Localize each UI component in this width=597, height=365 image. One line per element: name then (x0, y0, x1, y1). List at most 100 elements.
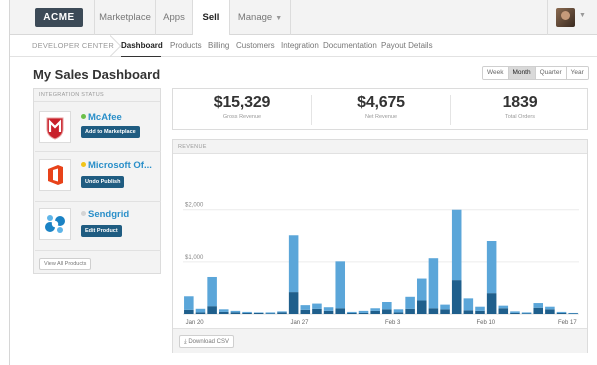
bar-segment-dark (545, 309, 555, 314)
integration-name[interactable]: McAfee (81, 112, 122, 123)
bar-segment-dark (265, 313, 276, 314)
bar-segment-light (451, 209, 462, 281)
chevron-down-icon[interactable]: ▼ (579, 12, 586, 19)
bar-segment-dark (300, 309, 311, 314)
sendgrid-logo-card (39, 208, 71, 240)
revenue-footer: ⤓ Download CSV (173, 328, 587, 353)
bar-segment-dark (533, 307, 544, 314)
bar-segment-dark (358, 312, 369, 314)
integration-name-mcafee: McAfee (88, 112, 122, 123)
bar-segment-light (393, 309, 404, 313)
mcafee-logo-card (39, 111, 71, 143)
active-tab-underline (121, 56, 161, 57)
bar-segment-light (405, 296, 415, 309)
subnav-billing[interactable]: Billing (208, 35, 229, 57)
bar-segment-light (335, 261, 346, 309)
bar-segment-dark (370, 310, 380, 314)
nav-sell[interactable]: Sell (193, 0, 229, 36)
subnav-dashboard[interactable]: Dashboard (121, 35, 163, 57)
subnav-customers[interactable]: Customers (236, 35, 275, 57)
bar-segment-dark (416, 300, 427, 314)
view-all-products-button[interactable]: View All Products (39, 258, 92, 270)
status-dot (81, 114, 86, 119)
bar-segment-light (277, 311, 287, 313)
bar-segment-light (230, 310, 241, 313)
bar-segment-light (312, 303, 322, 309)
bar-segment-dark (521, 313, 532, 314)
bar-segment-light (510, 311, 520, 313)
bar-segment-dark (428, 308, 439, 314)
range-year[interactable]: Year (565, 67, 588, 79)
bar-segment-dark (230, 312, 241, 314)
bar-segment-dark (463, 310, 474, 314)
bar-segment-light (556, 311, 567, 313)
bar-segment-dark (184, 309, 194, 314)
page-title: My Sales Dashboard (33, 67, 161, 82)
x-tick-label: Feb 17 (558, 320, 577, 326)
nav-manage[interactable]: Manage ▼ (230, 0, 290, 35)
x-tick-label: Jan 27 (290, 320, 309, 326)
acme-logo[interactable]: ACME (35, 8, 83, 27)
x-tick-label: Jan 20 (186, 320, 205, 326)
bar-segment-light (207, 276, 217, 307)
bar-segment-dark (288, 292, 299, 314)
integration-status-header: INTEGRATION STATUS (34, 89, 160, 102)
kpi-summary: $15,329 Gross Revenue $4,675 Net Revenue… (172, 88, 588, 130)
subnav-payout-details[interactable]: Payout Details (381, 35, 433, 57)
divider (35, 201, 161, 202)
edit-product-button[interactable]: Edit Product (81, 225, 122, 237)
range-selector: Week Month Quarter Year (482, 66, 589, 80)
bar-segment-light (440, 304, 450, 310)
bar-segment-light (242, 311, 252, 313)
range-week[interactable]: Week (483, 67, 508, 79)
nav-divider (547, 0, 548, 35)
download-csv-button[interactable]: ⤓ Download CSV (179, 335, 235, 348)
subnav-integration[interactable]: Integration (281, 35, 319, 57)
bar-segment-light (218, 309, 229, 312)
bar-segment-light (195, 308, 206, 313)
nav-apps[interactable]: Apps (156, 0, 192, 35)
subnav-documentation[interactable]: Documentation (323, 35, 377, 57)
sendgrid-icon (45, 215, 65, 233)
undo-publish-button[interactable]: Undo Publish (81, 176, 125, 188)
divider (35, 250, 161, 251)
chevron-down-icon: ▼ (275, 15, 283, 22)
bar-segment-dark (440, 309, 450, 314)
sub-nav: DEVELOPER CENTER Dashboard Products Bill… (10, 35, 597, 57)
status-dot (81, 211, 86, 216)
bar-segment-dark (475, 310, 485, 314)
bar-segment-dark (335, 308, 346, 314)
range-month[interactable]: Month (507, 67, 535, 79)
bar-segment-light (300, 305, 311, 310)
microsoft-office-icon (48, 165, 63, 185)
bar-segment-light (184, 296, 194, 310)
revenue-panel: REVENUE $2,000 $1,000 Jan 20 Jan 27 Feb 3 Feb… (172, 139, 588, 353)
bar-segment-light (288, 235, 299, 293)
nav-divider (290, 0, 291, 35)
bar-segment-light (382, 302, 392, 310)
bar-segment-light (358, 310, 369, 313)
integration-name[interactable]: Sendgrid (81, 209, 129, 220)
revenue-chart: $2,000 $1,000 Jan 20 Jan 27 Feb 3 Feb 10 Feb 1… (183, 203, 579, 326)
kpi-value: 1839 (502, 94, 538, 111)
bar-segment-light (568, 312, 578, 314)
subnav-products[interactable]: Products (170, 35, 202, 57)
nav-marketplace[interactable]: Marketplace (95, 0, 155, 35)
app-window: ACME Marketplace Apps Sell Manage ▼ ▼ DEV… (9, 0, 597, 365)
bar-segment-light (498, 305, 509, 309)
divider (35, 151, 161, 152)
bar-segment-dark (405, 308, 415, 314)
bar-segment-dark (195, 312, 206, 314)
breadcrumb-developer-center[interactable]: DEVELOPER CENTER (32, 35, 114, 57)
range-quarter[interactable]: Quarter (534, 67, 566, 79)
kpi-gross-revenue: $15,329 Gross Revenue (173, 89, 311, 131)
bar-segment-light (533, 303, 544, 308)
add-to-marketplace-button[interactable]: Add to Marketplace (81, 126, 140, 138)
mcafee-shield-icon (46, 117, 64, 140)
bar-segment-dark (486, 293, 497, 314)
bar-segment-light (463, 298, 474, 311)
integration-name-sendgrid: Sendgrid (88, 209, 130, 220)
integration-name[interactable]: Microsoft Of... (81, 160, 152, 171)
bar-segment-light (428, 258, 439, 309)
user-avatar[interactable] (556, 8, 575, 27)
